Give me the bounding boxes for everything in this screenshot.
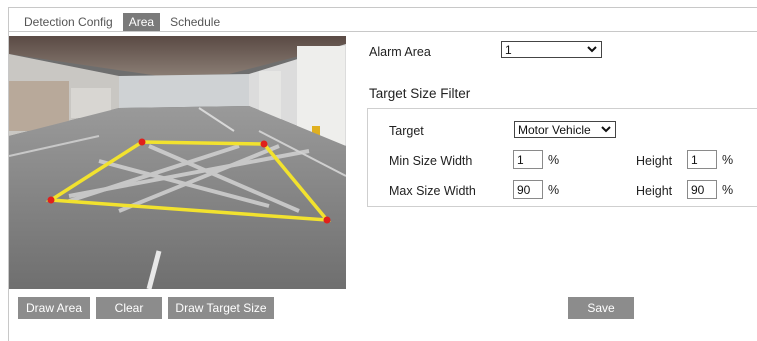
tab-area[interactable]: Area (122, 12, 161, 32)
area-vertex-handle[interactable] (260, 140, 268, 148)
min-height-input[interactable]: 1 (687, 150, 717, 169)
target-select[interactable]: Motor Vehicle (514, 121, 616, 138)
max-size-width-label: Max Size Width (389, 184, 476, 198)
draw-area-button[interactable]: Draw Area (18, 297, 90, 319)
back-wall (119, 74, 249, 108)
alarm-area-value: 1 (505, 42, 512, 57)
target-size-filter-title: Target Size Filter (369, 86, 471, 101)
floor (9, 106, 346, 289)
area-vertex-handle[interactable] (138, 138, 146, 146)
camera-scene (9, 36, 346, 289)
max-height-unit: % (722, 183, 734, 197)
max-width-unit: % (548, 183, 560, 197)
max-height-input[interactable]: 90 (687, 180, 717, 199)
tab-detection-config[interactable]: Detection Config (18, 13, 119, 32)
chevron-down-icon (601, 126, 611, 133)
chevron-down-icon (587, 46, 597, 53)
alarm-area-select[interactable]: 1 (501, 41, 602, 58)
camera-preview[interactable] (9, 36, 346, 289)
clear-button[interactable]: Clear (96, 297, 162, 319)
target-label: Target (389, 124, 424, 138)
target-value: Motor Vehicle (518, 122, 591, 137)
min-height-unit: % (722, 153, 734, 167)
area-vertex-handle[interactable] (47, 196, 55, 204)
tab-bar: Detection Config Area Schedule (18, 12, 230, 32)
tab-divider (8, 31, 757, 32)
tab-schedule[interactable]: Schedule (164, 13, 226, 32)
max-height-label: Height (636, 184, 673, 198)
draw-target-size-button[interactable]: Draw Target Size (168, 297, 274, 319)
min-height-label: Height (636, 154, 673, 168)
save-button[interactable]: Save (568, 297, 634, 319)
alarm-area-label: Alarm Area (369, 45, 431, 59)
min-width-input[interactable]: 1 (513, 150, 543, 169)
min-size-width-label: Min Size Width (389, 154, 473, 168)
min-width-unit: % (548, 153, 560, 167)
area-vertex-handle[interactable] (323, 216, 331, 224)
max-width-input[interactable]: 90 (513, 180, 543, 199)
